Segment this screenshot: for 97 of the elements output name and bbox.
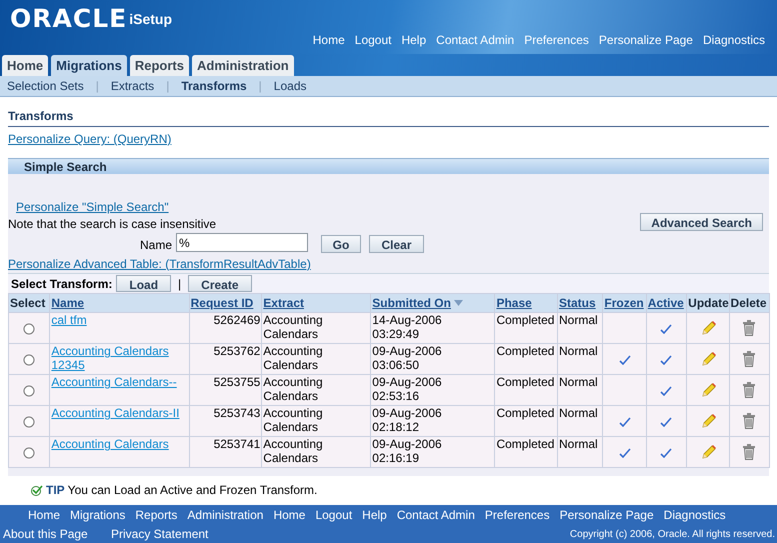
copyright-text: Copyright (c) 2006, Oracle. All rights reserved. xyxy=(570,528,775,542)
column-header: Update xyxy=(688,295,729,312)
trash-icon[interactable] xyxy=(742,351,756,367)
table-cell: Normal xyxy=(559,437,598,451)
section-title: Simple Search xyxy=(24,158,107,176)
global-link[interactable]: Personalize Page xyxy=(598,31,693,49)
table-cell: Accounting Calendars xyxy=(263,406,323,434)
tip-label: TIP xyxy=(46,482,65,499)
product-name: iSetup xyxy=(129,10,172,29)
table-cell: Accounting Calendars xyxy=(263,344,323,372)
footer-link[interactable]: Migrations xyxy=(70,506,126,524)
table-cell: Completed xyxy=(496,344,554,358)
personalize-link[interactable]: Personalize Query: (QueryRN) xyxy=(8,130,172,148)
table-cell: 5262469 xyxy=(214,313,260,327)
column-header: Select xyxy=(10,295,46,312)
footer-link[interactable]: About this Page xyxy=(3,525,88,543)
table-cell-text: 14-Aug-2006 03:29:49 xyxy=(372,313,443,341)
personalize-link[interactable]: Personalize Advanced Table: (TransformResultAdvTable) xyxy=(8,255,311,273)
table-cell-text: 09-Aug-2006 02:18:12 xyxy=(372,406,443,434)
footer-link[interactable]: Preferences xyxy=(484,506,550,524)
table-cell: Completed xyxy=(496,437,554,451)
footer-link[interactable]: Help xyxy=(362,506,387,524)
table-cell-text: 09-Aug-2006 02:16:19 xyxy=(372,437,443,465)
table-cell: Normal xyxy=(559,406,598,420)
advanced-search-button[interactable]: Advanced Search xyxy=(640,213,763,231)
name-field[interactable]: % xyxy=(176,233,308,252)
tab-separator: | xyxy=(166,78,170,95)
footer-link[interactable]: Privacy Statement xyxy=(111,525,208,543)
column-header: Delete xyxy=(730,295,767,312)
sort-descending-icon[interactable] xyxy=(454,300,463,306)
table-cell: Accounting Calendars xyxy=(263,375,323,403)
pencil-icon[interactable] xyxy=(700,444,716,460)
table-cell: Normal xyxy=(559,313,598,327)
subtab[interactable]: Extracts xyxy=(110,77,154,95)
table-cell: 5253762 xyxy=(214,344,260,358)
nav-tab[interactable]: Home xyxy=(2,55,48,76)
footer-link[interactable]: Administration xyxy=(187,506,264,524)
subtab[interactable]: Loads xyxy=(274,77,306,95)
trash-icon[interactable] xyxy=(742,382,756,398)
subtab[interactable]: Selection Sets xyxy=(7,77,84,95)
global-link[interactable]: Diagnostics xyxy=(702,31,765,49)
table-cell: Normal xyxy=(559,375,598,389)
global-link[interactable]: Logout xyxy=(354,31,392,49)
global-link[interactable]: Help xyxy=(401,31,426,49)
footer-link[interactable]: Diagnostics xyxy=(664,506,726,524)
footer-link[interactable]: Reports xyxy=(135,506,178,524)
pencil-icon[interactable] xyxy=(700,320,716,336)
footer-link[interactable]: Home xyxy=(28,506,60,524)
tab-separator: | xyxy=(258,78,262,95)
action-button[interactable]: Load xyxy=(116,275,172,292)
pencil-icon[interactable] xyxy=(700,382,716,398)
trash-icon[interactable] xyxy=(742,320,756,336)
pencil-icon[interactable] xyxy=(700,352,716,367)
page-title: Transforms xyxy=(8,109,74,123)
button-separator: | xyxy=(178,276,182,292)
table-cell: 5253755 xyxy=(214,375,260,389)
radio-button[interactable] xyxy=(23,446,36,459)
table-cell: Accounting Calendars xyxy=(263,437,323,465)
tip-text: You can Load an Active and Frozen Transform. xyxy=(68,482,318,499)
table-cell: Normal xyxy=(559,344,598,358)
table-cell: Accounting Calendars xyxy=(263,313,323,341)
field-label: Name xyxy=(140,237,172,254)
global-link[interactable]: Contact Admin xyxy=(436,31,514,49)
table-cell: Completed xyxy=(496,375,554,389)
nav-tab[interactable]: Administration xyxy=(192,55,294,76)
action-label: Select Transform: xyxy=(11,276,112,292)
table-cell: 5253743 xyxy=(214,406,260,420)
subtab[interactable]: Transforms xyxy=(181,77,247,95)
radio-button[interactable] xyxy=(23,354,36,366)
go-button[interactable]: Go xyxy=(321,235,361,253)
radio-button[interactable] xyxy=(23,416,36,428)
table-cell-text: 09-Aug-2006 03:06:50 xyxy=(372,344,443,372)
table-cell: Completed xyxy=(496,406,554,420)
table-cell: Completed xyxy=(496,313,554,327)
global-link[interactable]: Home xyxy=(312,31,345,49)
search-note: Note that the search is case insensitive xyxy=(8,216,216,233)
nav-tab[interactable]: Migrations xyxy=(51,55,127,76)
personalize-link[interactable]: Personalize "Simple Search" xyxy=(16,198,169,216)
clear-button[interactable]: Clear xyxy=(369,235,424,253)
name-link[interactable]: cal tfm xyxy=(51,313,87,327)
nav-tab[interactable]: Reports xyxy=(130,55,189,76)
action-button[interactable]: Create xyxy=(188,275,252,292)
table-cell-text: 09-Aug-2006 02:53:16 xyxy=(372,375,443,403)
table-cell: 5253741 xyxy=(214,437,260,451)
trash-icon[interactable] xyxy=(742,444,756,460)
radio-button[interactable] xyxy=(23,322,36,335)
oracle-logo: ORACLE xyxy=(10,4,128,34)
radio-button[interactable] xyxy=(23,384,36,397)
footer-link[interactable]: Personalize Page xyxy=(560,506,654,524)
global-link[interactable]: Preferences xyxy=(524,31,589,49)
pencil-icon[interactable] xyxy=(700,414,716,429)
footer-link[interactable]: Logout xyxy=(315,506,352,524)
trash-icon[interactable] xyxy=(742,413,756,429)
footer-link[interactable]: Home xyxy=(273,506,306,524)
check-icon xyxy=(31,484,43,496)
tab-separator: | xyxy=(96,78,99,95)
footer-link[interactable]: Contact Admin xyxy=(396,506,475,524)
